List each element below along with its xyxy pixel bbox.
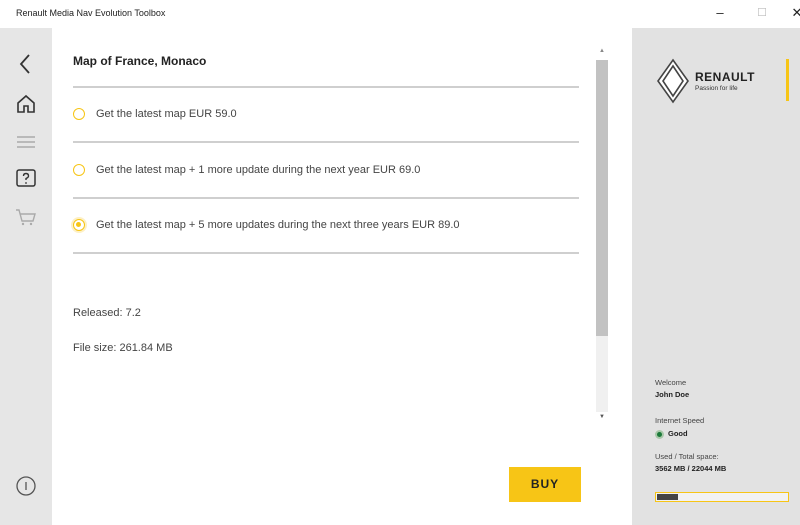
released-version: Released: 7.2 (73, 307, 141, 319)
help-icon[interactable] (14, 167, 38, 191)
left-nav (0, 28, 52, 525)
option-label: Get the latest map + 5 more updates duri… (96, 219, 460, 231)
divider (73, 252, 579, 254)
internet-speed-label: Internet Speed (655, 416, 705, 425)
file-size: File size: 261.84 MB (73, 342, 173, 354)
accent-bar (786, 59, 789, 101)
space-value: 3562 MB / 22044 MB (655, 464, 727, 473)
cart-icon[interactable] (14, 205, 38, 229)
map-title: Map of France, Monaco (73, 54, 207, 68)
user-name: John Doe (655, 390, 690, 399)
divider (73, 86, 579, 88)
divider (73, 141, 579, 143)
maximize-button[interactable]: ☐ (751, 3, 773, 23)
status-good-icon (655, 430, 664, 439)
welcome-label: Welcome (655, 378, 687, 387)
option-latest-map-plus-5[interactable]: Get the latest map + 5 more updates duri… (73, 215, 579, 239)
storage-progress-bar (655, 492, 789, 502)
option-label: Get the latest map + 1 more update durin… (96, 164, 421, 176)
title-bar: Renault Media Nav Evolution Toolbox – ☐ … (0, 0, 800, 28)
menu-icon[interactable] (14, 130, 38, 154)
option-latest-map-plus-1[interactable]: Get the latest map + 1 more update durin… (73, 160, 579, 184)
radio-button-selected[interactable] (73, 219, 85, 231)
radio-button[interactable] (73, 108, 85, 120)
divider (73, 197, 579, 199)
space-label: Used / Total space: (655, 452, 719, 461)
close-button[interactable]: ✕ (786, 3, 800, 23)
storage-progress-fill (657, 494, 678, 500)
scrollbar[interactable]: ▲ ▼ (596, 48, 608, 424)
internet-status: Good (668, 429, 688, 438)
scroll-up-button[interactable]: ▲ (596, 48, 608, 58)
buy-button[interactable]: BUY (509, 467, 581, 502)
scroll-down-button[interactable]: ▼ (596, 414, 608, 424)
option-latest-map[interactable]: Get the latest map EUR 59.0 (73, 104, 579, 128)
brand-name: RENAULT (695, 70, 755, 84)
option-label: Get the latest map EUR 59.0 (96, 108, 237, 120)
back-arrow-icon[interactable] (14, 52, 38, 76)
home-icon[interactable] (14, 92, 38, 116)
renault-logo: RENAULT Passion for life (655, 58, 795, 104)
scroll-thumb[interactable] (596, 60, 608, 336)
radio-button[interactable] (73, 164, 85, 176)
info-icon[interactable] (14, 474, 38, 498)
main-content: Map of France, Monaco Get the latest map… (52, 28, 632, 525)
brand-slogan: Passion for life (695, 85, 738, 92)
window-title: Renault Media Nav Evolution Toolbox (16, 8, 166, 18)
right-panel: RENAULT Passion for life Welcome John Do… (632, 28, 800, 525)
minimize-button[interactable]: – (709, 3, 731, 23)
renault-diamond-icon (657, 58, 689, 104)
